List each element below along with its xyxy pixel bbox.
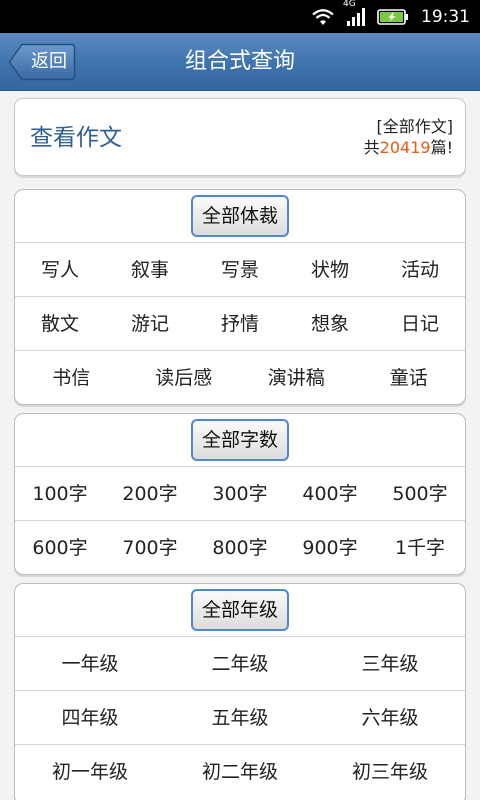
option-item[interactable]: 300字 bbox=[195, 467, 285, 520]
wordcount-options: 100字 200字 300字 400字 500字 600字 700字 800字 900字 1千字 bbox=[15, 467, 465, 574]
genre-section-header: 全部体裁 bbox=[15, 190, 465, 243]
option-item[interactable]: 散文 bbox=[15, 297, 105, 350]
network-type-label: 4G bbox=[343, 0, 356, 9]
title-bar: 组合式查询 返回 bbox=[0, 33, 480, 91]
option-item[interactable]: 800字 bbox=[195, 521, 285, 574]
option-item[interactable]: 700字 bbox=[105, 521, 195, 574]
option-item[interactable]: 600字 bbox=[15, 521, 105, 574]
option-item[interactable]: 想象 bbox=[285, 297, 375, 350]
option-item[interactable]: 状物 bbox=[285, 243, 375, 296]
option-item[interactable]: 初二年级 bbox=[165, 745, 315, 799]
option-row: 100字 200字 300字 400字 500字 bbox=[15, 467, 465, 521]
back-button[interactable]: 返回 bbox=[8, 43, 76, 81]
option-row: 散文 游记 抒情 想象 日记 bbox=[15, 297, 465, 351]
option-item[interactable]: 活动 bbox=[375, 243, 465, 296]
view-essays-card[interactable]: 查看作文 [全部作文] 共20419篇! bbox=[14, 98, 466, 176]
option-row: 一年级 二年级 三年级 bbox=[15, 637, 465, 691]
wordcount-section-header: 全部字数 bbox=[15, 414, 465, 467]
essay-count: 20419 bbox=[379, 138, 431, 157]
wordcount-section: 全部字数 100字 200字 300字 400字 500字 600字 700字 800字 900… bbox=[14, 413, 466, 575]
clock: 19:31 bbox=[421, 6, 470, 27]
option-item[interactable]: 初三年级 bbox=[315, 745, 465, 799]
status-bar: 4G 19:31 bbox=[0, 0, 480, 33]
option-item[interactable]: 写景 bbox=[195, 243, 285, 296]
option-item[interactable]: 100字 bbox=[15, 467, 105, 520]
view-essays-title: 查看作文 bbox=[30, 125, 122, 151]
option-item[interactable]: 日记 bbox=[375, 297, 465, 350]
option-item[interactable]: 500字 bbox=[375, 467, 465, 520]
option-item[interactable]: 六年级 bbox=[315, 691, 465, 744]
option-item[interactable]: 1千字 bbox=[375, 521, 465, 574]
signal-icon: 4G bbox=[343, 0, 367, 27]
option-item[interactable]: 四年级 bbox=[15, 691, 165, 744]
option-item[interactable]: 书信 bbox=[15, 351, 128, 404]
essay-count-summary: [全部作文] 共20419篇! bbox=[364, 116, 453, 158]
option-item[interactable]: 三年级 bbox=[315, 637, 465, 690]
option-item[interactable]: 读后感 bbox=[128, 351, 241, 404]
all-genres-button[interactable]: 全部体裁 bbox=[190, 195, 290, 237]
option-item[interactable]: 叙事 bbox=[105, 243, 195, 296]
option-row: 写人 叙事 写景 状物 活动 bbox=[15, 243, 465, 297]
option-item[interactable]: 写人 bbox=[15, 243, 105, 296]
grade-section-header: 全部年级 bbox=[15, 584, 465, 637]
genre-options: 写人 叙事 写景 状物 活动 散文 游记 抒情 想象 日记 书信 读后感 演讲稿 童话 bbox=[15, 243, 466, 404]
option-item[interactable]: 童话 bbox=[353, 351, 466, 404]
grade-options: 一年级 二年级 三年级 四年级 五年级 六年级 初一年级 初二年级 初三年级 bbox=[15, 637, 465, 799]
wifi-icon bbox=[311, 7, 335, 27]
grade-section: 全部年级 一年级 二年级 三年级 四年级 五年级 六年级 初一年级 初二年级 初三年级 bbox=[14, 583, 466, 800]
option-item[interactable]: 五年级 bbox=[165, 691, 315, 744]
option-item[interactable]: 900字 bbox=[285, 521, 375, 574]
all-wordcounts-button[interactable]: 全部字数 bbox=[190, 419, 290, 461]
option-item[interactable]: 200字 bbox=[105, 467, 195, 520]
count-prefix: 共 bbox=[363, 138, 380, 157]
count-suffix: 篇! bbox=[430, 138, 453, 157]
back-button-label: 返回 bbox=[31, 51, 67, 72]
option-row: 书信 读后感 演讲稿 童话 bbox=[15, 351, 466, 404]
option-item[interactable]: 初一年级 bbox=[15, 745, 165, 799]
option-row: 初一年级 初二年级 初三年级 bbox=[15, 745, 465, 799]
option-item[interactable]: 一年级 bbox=[15, 637, 165, 690]
filter-label: [全部作文] bbox=[376, 117, 454, 136]
option-item[interactable]: 抒情 bbox=[195, 297, 285, 350]
essay-count-line: 共20419篇! bbox=[364, 137, 453, 158]
option-item[interactable]: 演讲稿 bbox=[240, 351, 353, 404]
all-grades-button[interactable]: 全部年级 bbox=[190, 589, 290, 631]
option-row: 600字 700字 800字 900字 1千字 bbox=[15, 521, 465, 574]
option-item[interactable]: 游记 bbox=[105, 297, 195, 350]
genre-section: 全部体裁 写人 叙事 写景 状物 活动 散文 游记 抒情 想象 日记 书信 读后感 演讲稿 童话 bbox=[14, 189, 466, 405]
option-item[interactable]: 400字 bbox=[285, 467, 375, 520]
battery-charging-icon bbox=[377, 8, 409, 26]
option-item[interactable]: 二年级 bbox=[165, 637, 315, 690]
option-row: 四年级 五年级 六年级 bbox=[15, 691, 465, 745]
